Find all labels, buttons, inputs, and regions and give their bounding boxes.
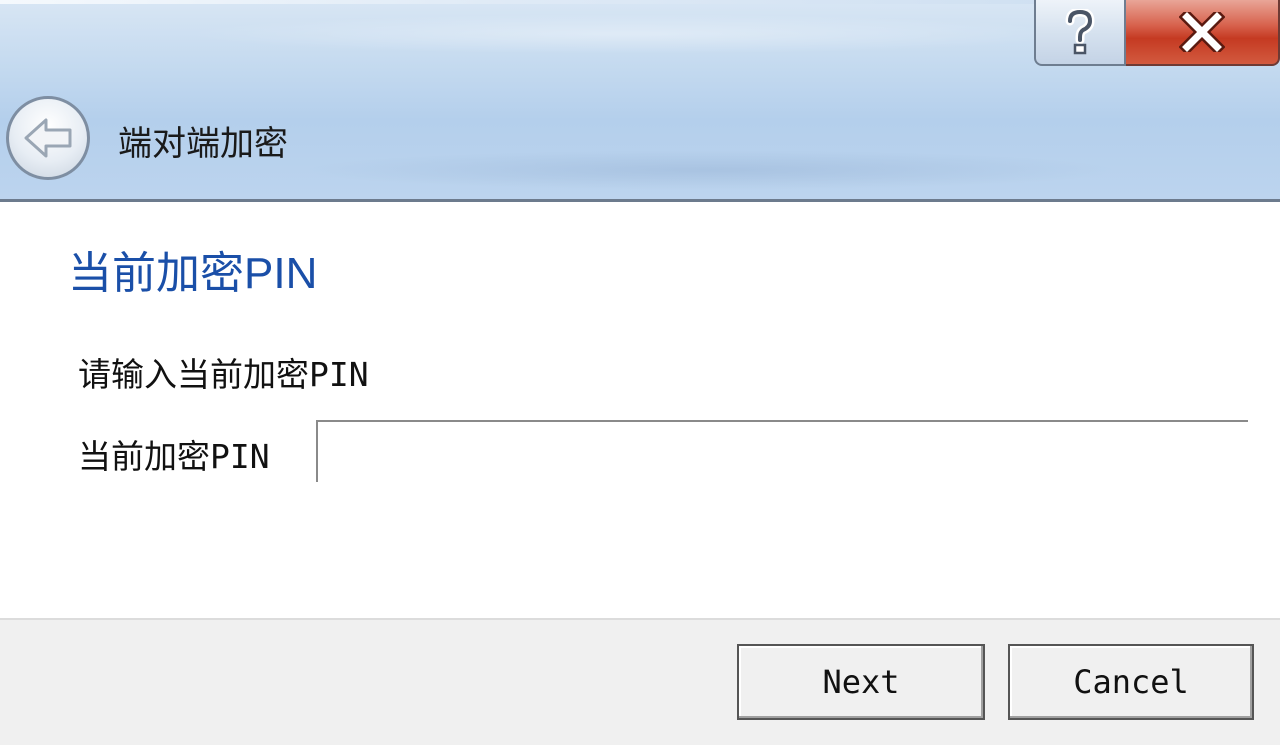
next-button[interactable]: Next — [737, 644, 985, 720]
wizard-header: 端对端加密 — [0, 0, 1280, 200]
instruction-text: 请输入当前加密PIN — [78, 355, 369, 394]
cancel-button[interactable]: Cancel — [1008, 644, 1254, 720]
wizard-footer: Next Cancel — [0, 618, 1280, 745]
header-divider — [0, 199, 1280, 202]
window-title: 端对端加密 — [118, 124, 288, 164]
pin-input[interactable] — [316, 420, 1248, 482]
header-glow-lower — [300, 150, 1120, 190]
back-button[interactable] — [6, 96, 90, 180]
pin-field-label: 当前加密PIN — [78, 437, 270, 476]
page-heading: 当前加密PIN — [68, 249, 318, 298]
question-mark-icon — [1065, 9, 1095, 55]
header-glow — [180, 14, 1080, 54]
caption-buttons — [1034, 0, 1280, 66]
help-button[interactable] — [1034, 0, 1126, 66]
back-arrow-icon — [24, 118, 72, 158]
close-button[interactable] — [1126, 0, 1280, 66]
close-x-icon — [1179, 12, 1225, 52]
